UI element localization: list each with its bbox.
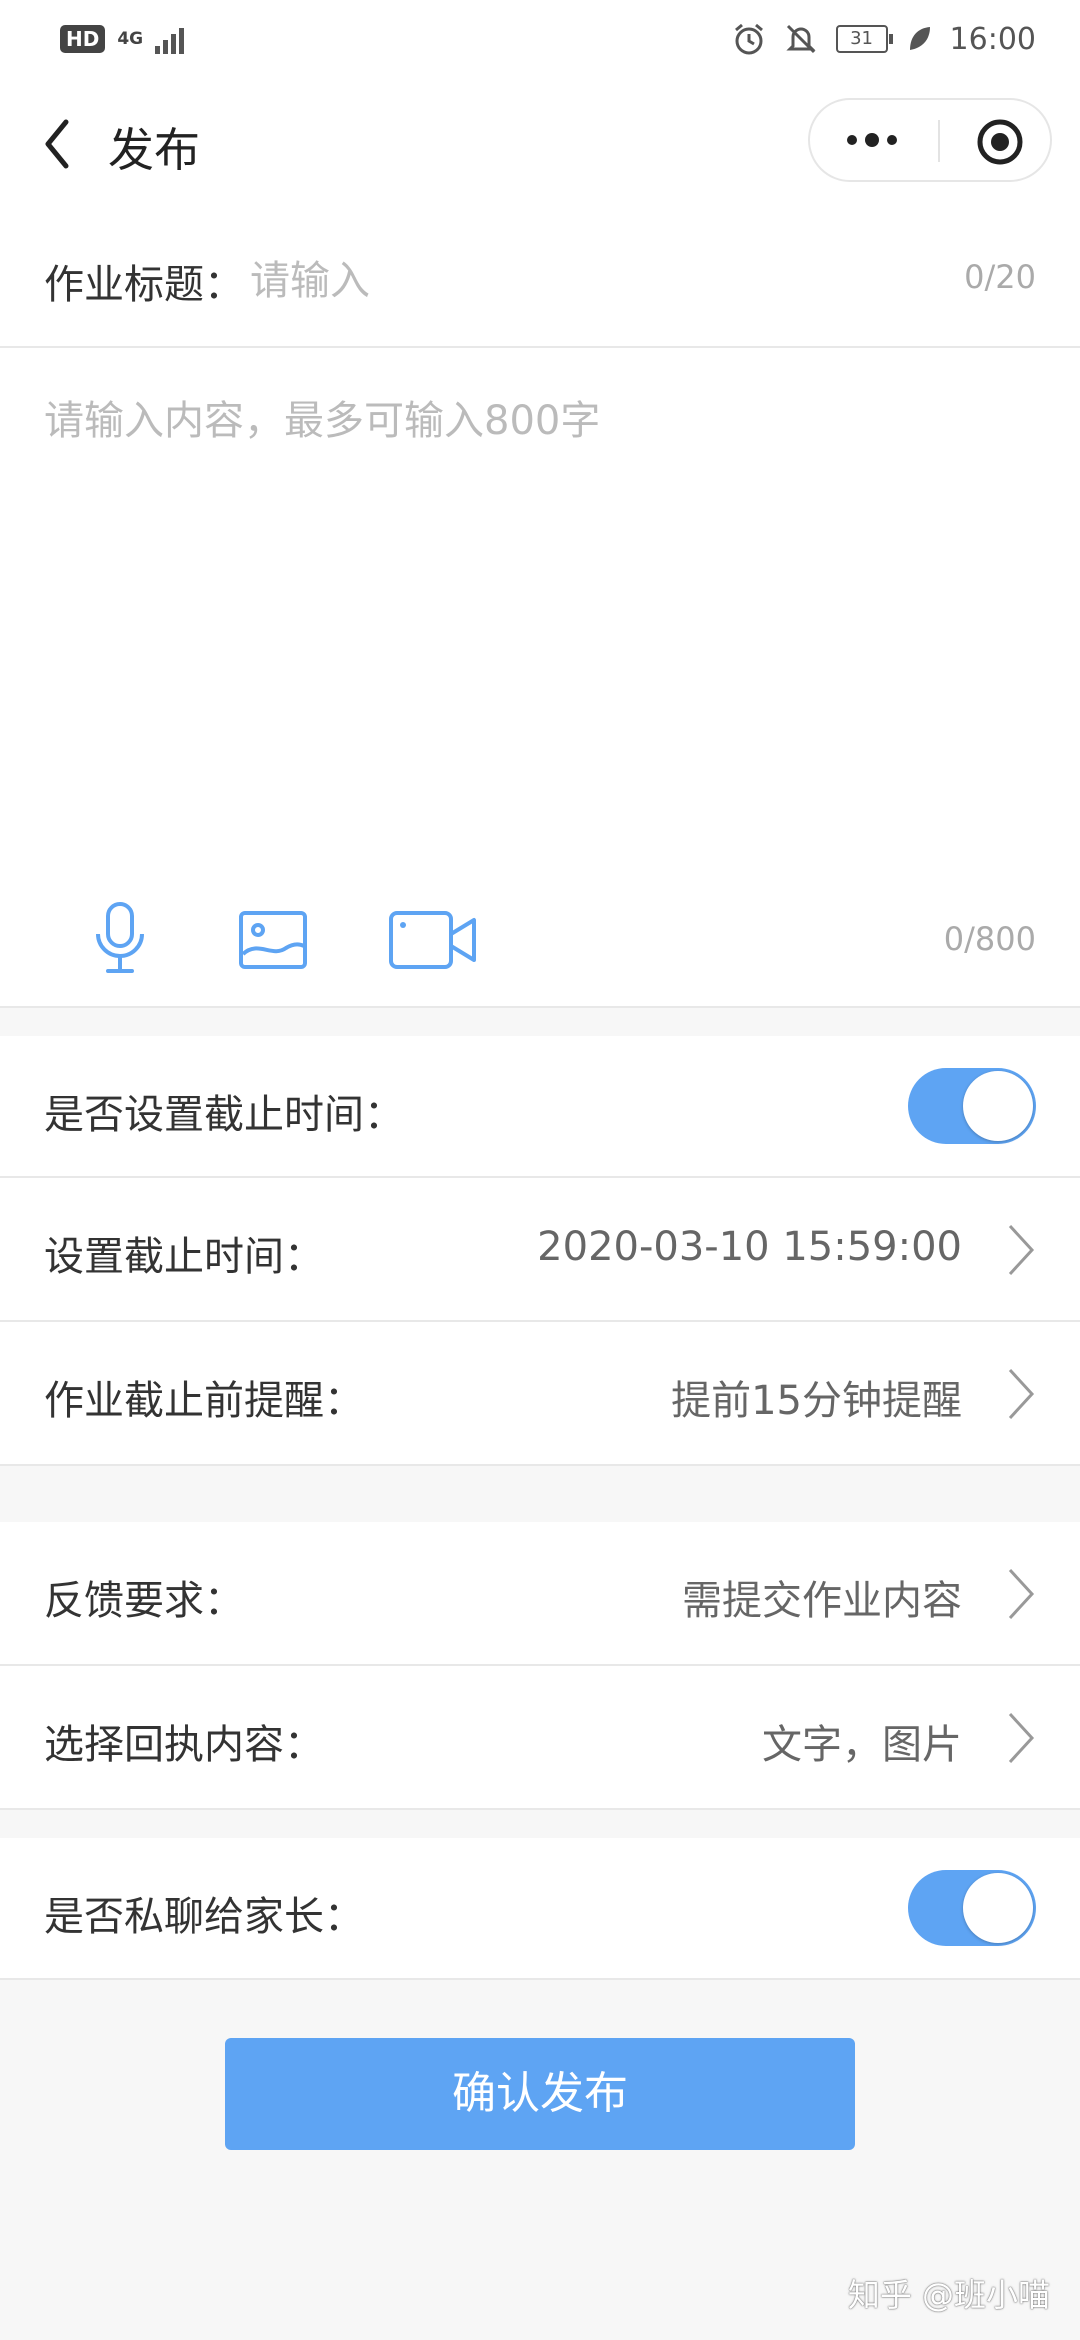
target-circle-icon[interactable]: [976, 118, 1024, 166]
hd-badge: HD: [60, 25, 106, 53]
content-char-count: 0/800: [943, 920, 1036, 958]
status-bar: HD 4G 31 16:00: [0, 0, 1080, 78]
status-right: 31 16:00: [732, 22, 1036, 57]
homework-title-label: 作业标题：: [44, 262, 244, 308]
title-char-count: 0/20: [964, 258, 1036, 296]
status-left: HD 4G: [60, 24, 185, 54]
page-title: 发布: [108, 123, 200, 177]
deadline-toggle-label: 是否设置截止时间：: [44, 1092, 404, 1138]
watermark: 知乎 @班小喵: [847, 2276, 1050, 2314]
clock: 16:00: [949, 21, 1036, 57]
homework-title-input[interactable]: [250, 256, 870, 306]
network-type: 4G: [117, 28, 144, 49]
receipt-label: 选择回执内容：: [44, 1722, 324, 1768]
toggle-knob: [963, 1873, 1033, 1943]
chevron-right-icon: [1008, 1368, 1035, 1420]
nav-bar: 发布: [0, 78, 1080, 208]
more-dots-icon[interactable]: [842, 122, 902, 158]
image-icon[interactable]: [238, 910, 308, 970]
toggle-knob: [963, 1071, 1033, 1141]
private-chat-toggle-row: 是否私聊给家长：: [0, 1838, 1080, 1980]
deadline-time-value: 2020-03-10 15:59:00: [537, 1224, 962, 1270]
alarm-icon: [734, 23, 763, 55]
microphone-icon[interactable]: [92, 900, 148, 976]
feedback-label: 反馈要求：: [44, 1578, 244, 1624]
homework-title-row: 作业标题： 0/20: [0, 208, 1080, 348]
chevron-left-icon[interactable]: [34, 112, 82, 176]
video-camera-icon[interactable]: [388, 910, 478, 970]
receipt-value: 文字，图片: [762, 1722, 962, 1768]
chevron-right-icon: [1008, 1224, 1035, 1276]
reminder-value: 提前15分钟提醒: [671, 1378, 962, 1424]
feedback-row[interactable]: 反馈要求： 需提交作业内容: [0, 1522, 1080, 1666]
private-chat-toggle-label: 是否私聊给家长：: [44, 1894, 364, 1940]
signal-icon: [155, 24, 185, 54]
battery-icon: 31: [835, 25, 893, 53]
leaf-icon: [909, 27, 930, 50]
chevron-right-icon: [1008, 1568, 1035, 1620]
reminder-label: 作业截止前提醒：: [44, 1378, 364, 1424]
capsule-divider: [938, 120, 940, 162]
reminder-row[interactable]: 作业截止前提醒： 提前15分钟提醒: [0, 1322, 1080, 1466]
private-chat-toggle-switch[interactable]: [908, 1870, 1036, 1946]
chevron-right-icon: [1008, 1712, 1035, 1764]
confirm-publish-button[interactable]: 确认发布: [225, 2038, 855, 2150]
deadline-time-label: 设置截止时间：: [44, 1234, 324, 1280]
deadline-toggle-row: 是否设置截止时间：: [0, 1036, 1080, 1178]
deadline-toggle-switch[interactable]: [908, 1068, 1036, 1144]
receipt-row[interactable]: 选择回执内容： 文字，图片: [0, 1666, 1080, 1810]
mini-program-capsule: [808, 98, 1052, 182]
deadline-time-row[interactable]: 设置截止时间： 2020-03-10 15:59:00: [0, 1178, 1080, 1322]
content-input[interactable]: [44, 388, 1034, 858]
mute-bell-icon: [785, 24, 816, 54]
content-section: 0/800: [0, 348, 1080, 1008]
feedback-value: 需提交作业内容: [682, 1578, 962, 1624]
